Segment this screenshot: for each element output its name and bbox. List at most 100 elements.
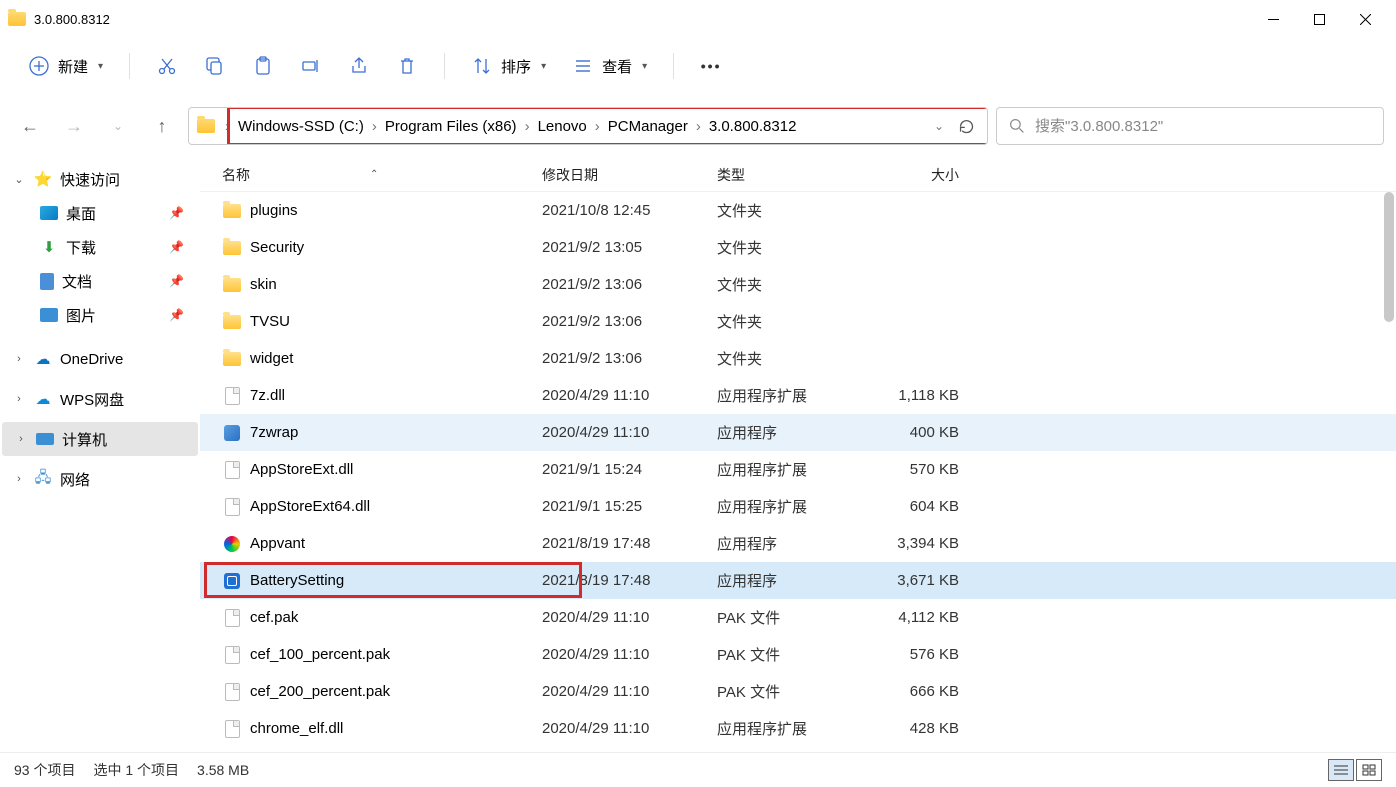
file-list[interactable]: plugins2021/10/8 12:45文件夹Security2021/9/…	[200, 192, 1396, 752]
file-date: 2021/9/1 15:25	[542, 498, 717, 515]
sidebar-item-quick-access[interactable]: ⌄ ⭐ 快速访问	[0, 162, 200, 196]
chevron-right-icon[interactable]: ›	[595, 118, 600, 135]
chevron-right-icon[interactable]: ›	[525, 118, 530, 135]
column-date[interactable]: 修改日期	[542, 165, 717, 185]
file-row[interactable]: 7z.dll2020/4/29 11:10应用程序扩展1,118 KB	[200, 377, 1396, 414]
file-size: 3,671 KB	[867, 572, 967, 589]
refresh-button[interactable]	[958, 118, 975, 135]
file-icon	[222, 386, 242, 406]
sidebar-item-network[interactable]: › 🖧 网络	[0, 462, 200, 496]
file-row[interactable]: 7zwrap2020/4/29 11:10应用程序400 KB	[200, 414, 1396, 451]
file-type: 应用程序扩展	[717, 718, 867, 739]
chevron-down-icon[interactable]: ⌄	[12, 173, 26, 186]
chevron-right-icon[interactable]: ›	[225, 118, 230, 135]
file-date: 2020/4/29 11:10	[542, 387, 717, 404]
sort-button[interactable]: 排序 ▾	[461, 49, 556, 83]
file-date: 2021/8/19 17:48	[542, 535, 717, 552]
new-button[interactable]: 新建 ▾	[18, 49, 113, 83]
file-row[interactable]: skin2021/9/2 13:06文件夹	[200, 266, 1396, 303]
minimize-button[interactable]	[1250, 3, 1296, 35]
file-name: skin	[250, 276, 542, 293]
chevron-right-icon[interactable]: ›	[372, 118, 377, 135]
chevron-right-icon[interactable]: ›	[12, 353, 26, 365]
sidebar-item-onedrive[interactable]: › ☁ OneDrive	[0, 342, 200, 376]
sidebar-item-pictures[interactable]: 图片 📌	[0, 298, 200, 332]
copy-button[interactable]	[194, 49, 236, 83]
file-size: 4,112 KB	[867, 609, 967, 626]
column-size[interactable]: 大小	[867, 165, 967, 185]
file-row[interactable]: cef.pak2020/4/29 11:10PAK 文件4,112 KB	[200, 599, 1396, 636]
file-icon	[222, 349, 242, 369]
file-icon	[222, 275, 242, 295]
sidebar-label: WPS网盘	[60, 389, 124, 410]
chevron-down-icon[interactable]: ⌄	[934, 119, 944, 133]
search-box[interactable]	[996, 107, 1384, 145]
network-icon: 🖧	[34, 470, 52, 488]
file-row[interactable]: cef_100_percent.pak2020/4/29 11:10PAK 文件…	[200, 636, 1396, 673]
file-row[interactable]: Appvant2021/8/19 17:48应用程序3,394 KB	[200, 525, 1396, 562]
icons-view-button[interactable]	[1356, 759, 1382, 781]
file-row[interactable]: BatterySetting2021/8/19 17:48应用程序3,671 K…	[200, 562, 1396, 599]
scrollbar[interactable]	[1384, 192, 1394, 322]
breadcrumb-item[interactable]: Program Files (x86)	[381, 114, 521, 139]
breadcrumb-item[interactable]: Lenovo	[534, 114, 591, 139]
sidebar-item-wps[interactable]: › ☁ WPS网盘	[0, 382, 200, 416]
share-button[interactable]	[338, 49, 380, 83]
file-name: 7zwrap	[250, 424, 542, 441]
file-row[interactable]: plugins2021/10/8 12:45文件夹	[200, 192, 1396, 229]
up-button[interactable]: ↑	[144, 108, 180, 144]
file-icon	[222, 534, 242, 554]
sidebar-label: 快速访问	[60, 169, 120, 190]
file-row[interactable]: TVSU2021/9/2 13:06文件夹	[200, 303, 1396, 340]
file-row[interactable]: Security2021/9/2 13:05文件夹	[200, 229, 1396, 266]
file-row[interactable]: AppStoreExt64.dll2021/9/1 15:25应用程序扩展604…	[200, 488, 1396, 525]
cloud-icon: ☁	[34, 350, 52, 368]
forward-button[interactable]: →	[56, 108, 92, 144]
search-input[interactable]	[1035, 118, 1371, 135]
sidebar-item-computer[interactable]: › 计算机	[2, 422, 198, 456]
view-button[interactable]: 查看 ▾	[562, 49, 657, 83]
column-name[interactable]: 名称⌃	[222, 165, 542, 185]
sidebar-label: 图片	[66, 305, 96, 326]
details-view-button[interactable]	[1328, 759, 1354, 781]
rename-icon	[300, 55, 322, 77]
sidebar-item-downloads[interactable]: ⬇ 下载 📌	[0, 230, 200, 264]
sidebar-label: 桌面	[66, 203, 96, 224]
file-type: 文件夹	[717, 200, 867, 221]
file-name: plugins	[250, 202, 542, 219]
breadcrumb-item[interactable]: Windows-SSD (C:)	[234, 114, 368, 139]
file-row[interactable]: chrome_elf.dll2020/4/29 11:10应用程序扩展428 K…	[200, 710, 1396, 747]
breadcrumb-item[interactable]: PCManager	[604, 114, 692, 139]
file-row[interactable]: cef_200_percent.pak2020/4/29 11:10PAK 文件…	[200, 673, 1396, 710]
chevron-right-icon[interactable]: ›	[696, 118, 701, 135]
delete-button[interactable]	[386, 49, 428, 83]
address-bar[interactable]: › Windows-SSD (C:) › Program Files (x86)…	[188, 107, 988, 145]
desktop-icon	[40, 206, 58, 220]
column-type[interactable]: 类型	[717, 165, 867, 185]
back-button[interactable]: ←	[12, 108, 48, 144]
file-type: 应用程序扩展	[717, 385, 867, 406]
chevron-right-icon[interactable]: ›	[12, 393, 26, 405]
sidebar-item-desktop[interactable]: 桌面 📌	[0, 196, 200, 230]
cut-button[interactable]	[146, 49, 188, 83]
sort-label: 排序	[501, 56, 531, 77]
file-type: 应用程序扩展	[717, 496, 867, 517]
file-row[interactable]: widget2021/9/2 13:06文件夹	[200, 340, 1396, 377]
maximize-button[interactable]	[1296, 3, 1342, 35]
sidebar: ⌄ ⭐ 快速访问 桌面 📌 ⬇ 下载 📌 文档 📌 图片 📌 › ☁ O	[0, 158, 200, 752]
close-button[interactable]	[1342, 3, 1388, 35]
file-name: cef_100_percent.pak	[250, 646, 542, 663]
sidebar-item-documents[interactable]: 文档 📌	[0, 264, 200, 298]
paste-button[interactable]	[242, 49, 284, 83]
file-size: 400 KB	[867, 424, 967, 441]
folder-icon	[197, 119, 215, 133]
file-row[interactable]: AppStoreExt.dll2021/9/1 15:24应用程序扩展570 K…	[200, 451, 1396, 488]
chevron-down-icon[interactable]: ⌄	[100, 108, 136, 144]
chevron-right-icon[interactable]: ›	[14, 433, 28, 445]
file-type: 应用程序	[717, 422, 867, 443]
more-button[interactable]: •••	[690, 49, 732, 83]
file-date: 2020/4/29 11:10	[542, 720, 717, 737]
breadcrumb-item[interactable]: 3.0.800.8312	[705, 114, 801, 139]
chevron-right-icon[interactable]: ›	[12, 473, 26, 485]
rename-button[interactable]	[290, 49, 332, 83]
